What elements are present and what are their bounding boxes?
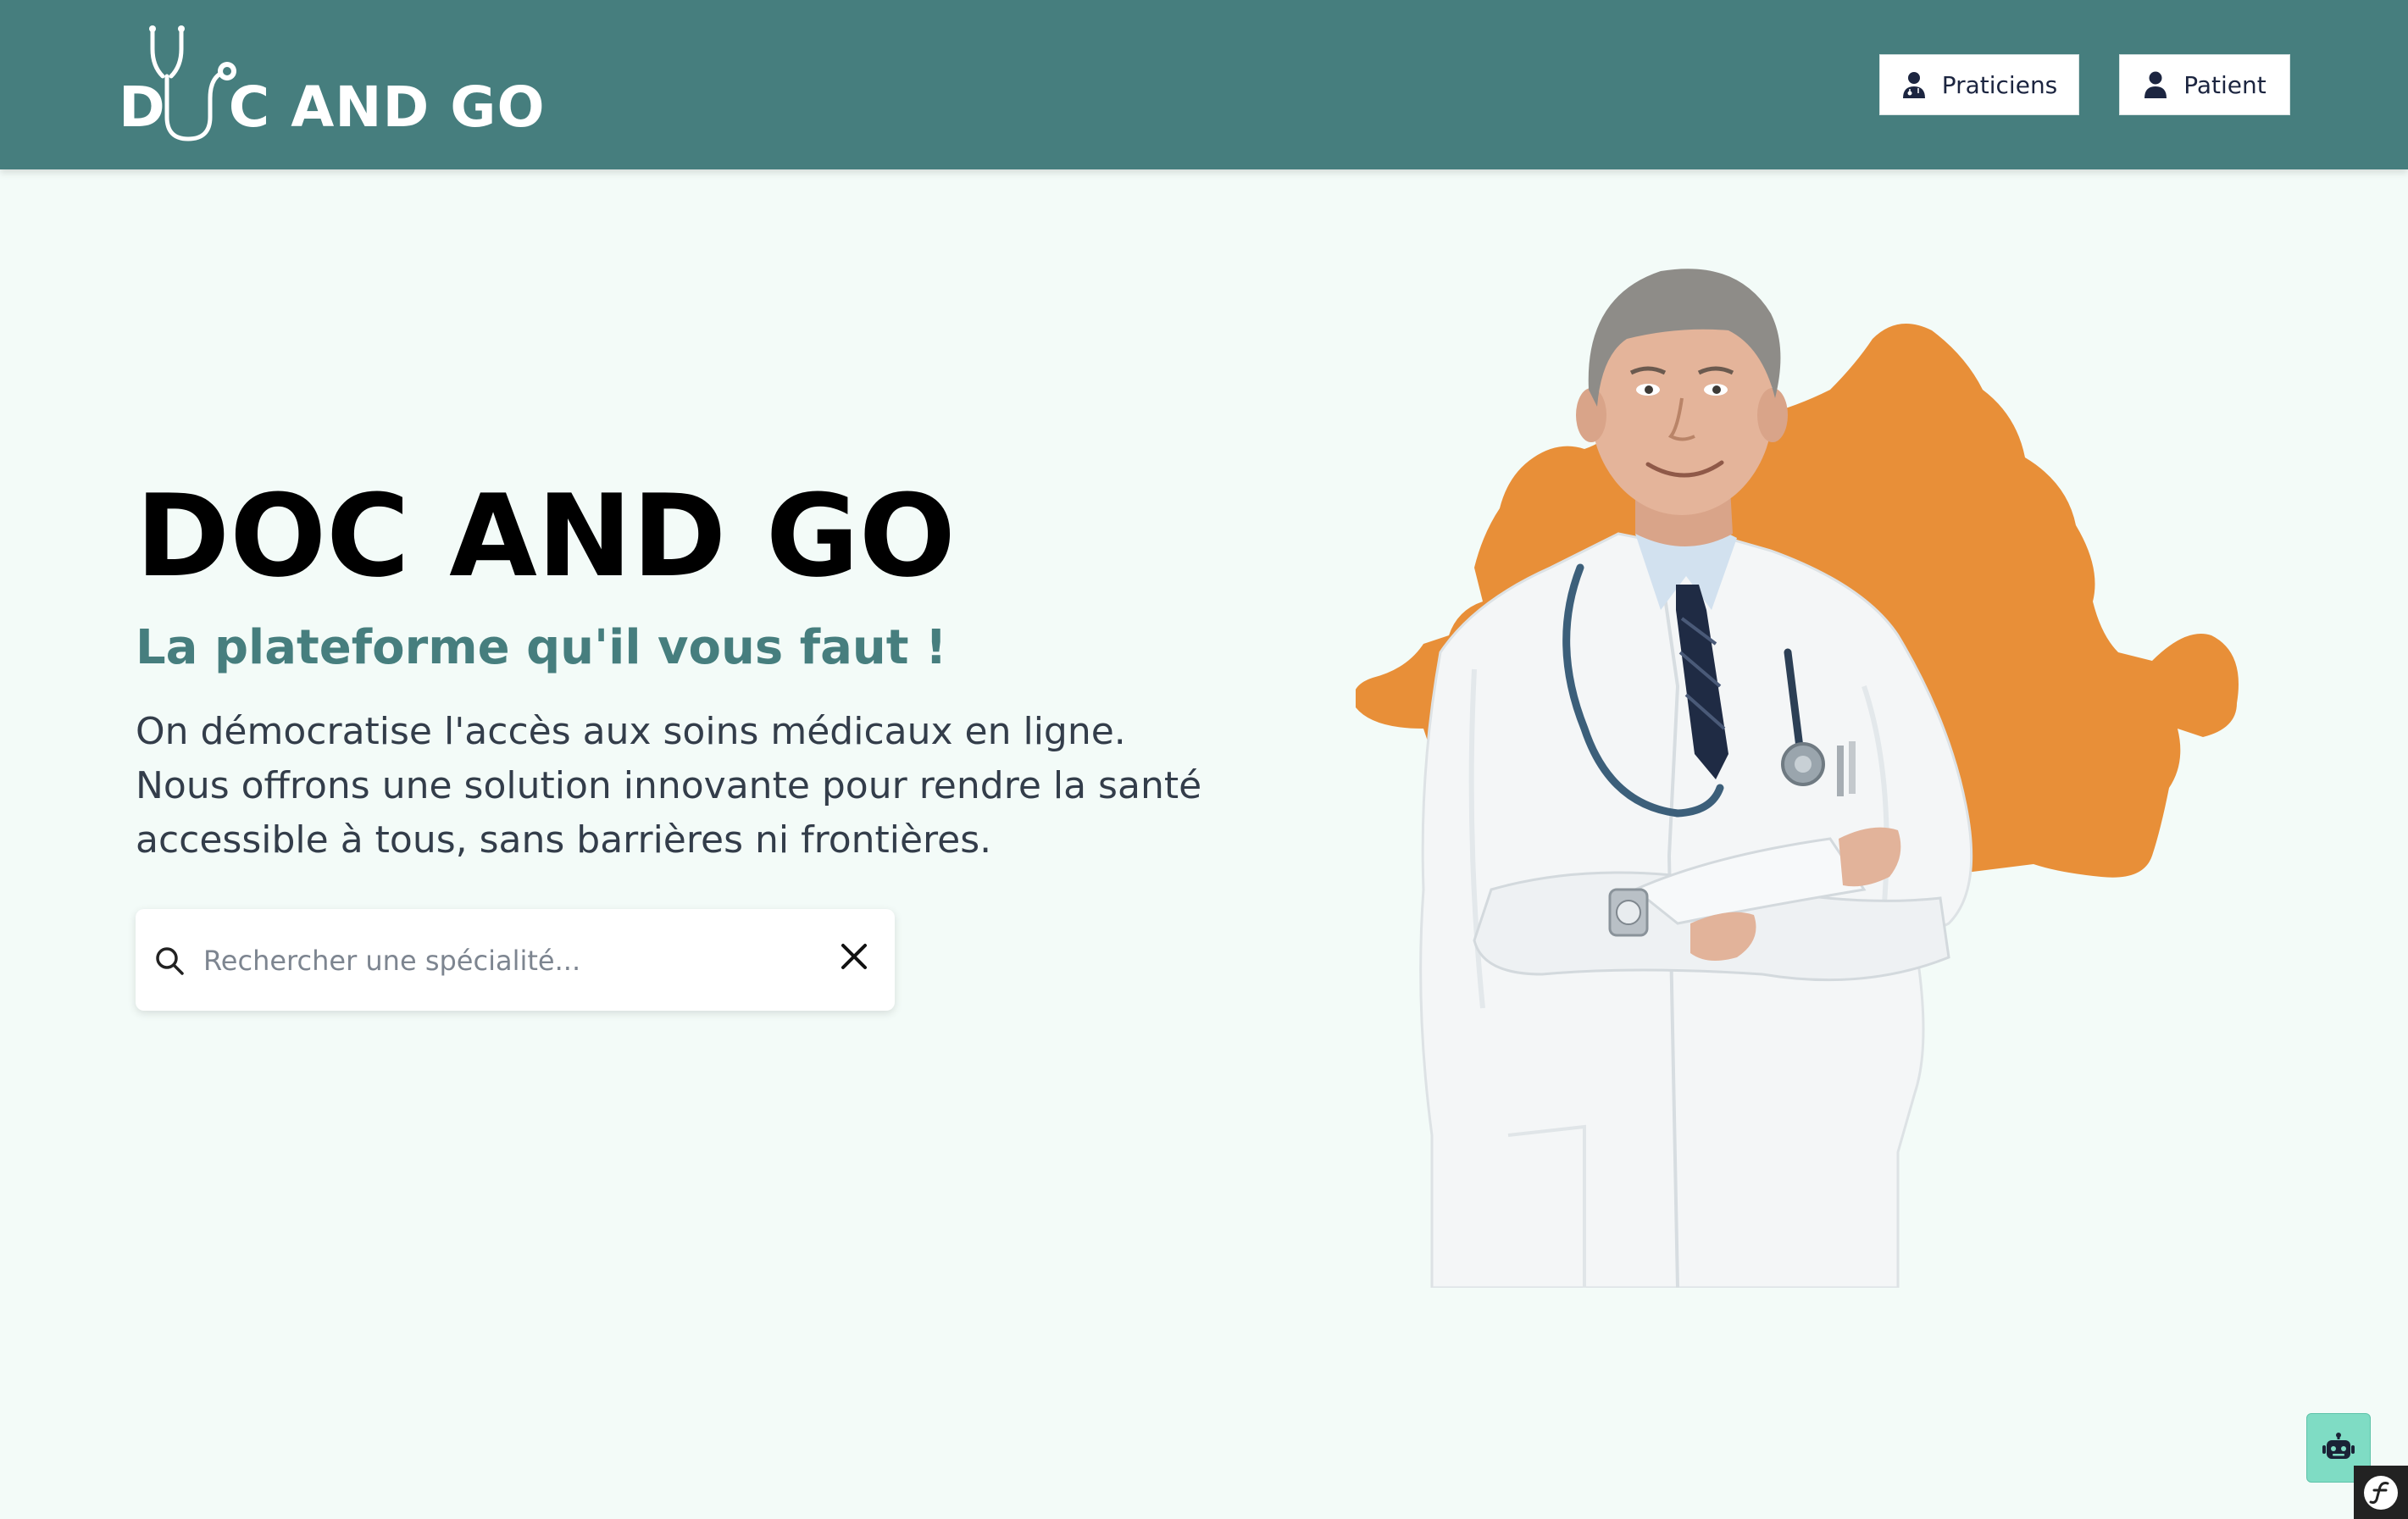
debug-toolbar-toggle[interactable] xyxy=(2354,1466,2408,1519)
hero-illustration xyxy=(1356,269,2239,1288)
specialty-search xyxy=(136,909,895,1011)
symfony-icon xyxy=(2364,1475,2398,1510)
logo-text: D C AND GO xyxy=(119,75,546,140)
close-icon[interactable] xyxy=(839,941,869,972)
logo[interactable]: D C AND GO xyxy=(119,24,545,151)
logo-letter-d: D xyxy=(119,75,166,140)
doctor-icon xyxy=(1901,70,1927,99)
patient-button[interactable]: Patient xyxy=(2119,54,2290,115)
user-icon xyxy=(2143,70,2168,99)
top-navbar: D C AND GO Praticiens Patient xyxy=(0,0,2408,169)
search-input[interactable] xyxy=(202,934,795,987)
praticiens-button[interactable]: Praticiens xyxy=(1879,54,2079,115)
hero-subtitle: La plateforme qu'il vous faut ! xyxy=(136,620,947,675)
praticiens-label: Praticiens xyxy=(1941,70,2058,99)
robot-icon xyxy=(2322,1433,2355,1459)
hero-title: DOC AND GO xyxy=(136,470,956,602)
search-icon xyxy=(156,947,184,975)
patient-label: Patient xyxy=(2183,70,2267,99)
hero-description: On démocratise l'accès aux soins médicau… xyxy=(136,710,1202,862)
logo-letters-rest: C AND GO xyxy=(228,75,546,140)
